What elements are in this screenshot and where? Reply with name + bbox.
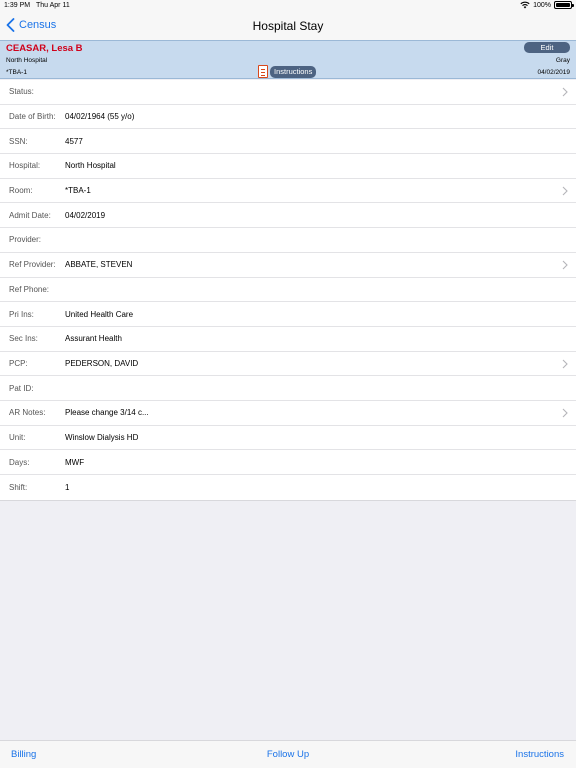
- status-date: Thu Apr 11: [36, 2, 70, 9]
- detail-row: Admit Date: 04/02/2019: [0, 203, 576, 229]
- row-value: 04/02/1964 (55 y/o): [65, 112, 135, 122]
- chevron-right-icon: [562, 260, 568, 270]
- instructions-button[interactable]: Instructions: [270, 65, 317, 78]
- document-icon: [258, 65, 268, 78]
- row-value: ABBATE, STEVEN: [65, 260, 133, 270]
- chevron-right-icon: [562, 408, 568, 418]
- row-label: SSN:: [9, 136, 28, 146]
- page-title: Hospital Stay: [252, 19, 324, 33]
- row-label: PCP:: [9, 358, 28, 368]
- instructions-tab-button[interactable]: Instructions: [515, 749, 564, 760]
- row-label: Days:: [9, 457, 30, 467]
- patient-admit-date: 04/02/2019: [537, 69, 570, 76]
- row-label: Unit:: [9, 432, 26, 442]
- row-label: Shift:: [9, 482, 28, 492]
- patient-hospital: North Hospital: [6, 57, 48, 64]
- patient-room: *TBA-1: [6, 69, 27, 76]
- row-label: AR Notes:: [9, 408, 46, 418]
- patient-provider: Gray: [555, 57, 570, 64]
- row-label: Provider:: [9, 235, 42, 245]
- row-value: 4577: [65, 136, 83, 146]
- status-right: 100%: [520, 1, 574, 9]
- battery-icon: [554, 1, 574, 9]
- detail-row: Ref Phone:: [0, 278, 576, 303]
- patient-name: CEASAR, Lesa B: [6, 43, 83, 54]
- row-label: Date of Birth:: [9, 112, 56, 122]
- instructions-badge[interactable]: Instructions: [258, 65, 317, 78]
- status-bar: 1:39 PM Thu Apr 11 100%: [0, 0, 576, 12]
- patient-banner: CEASAR, Lesa B North Hospital *TBA-1 Edi…: [0, 40, 576, 79]
- row-label: Pat ID:: [9, 383, 34, 393]
- row-value: United Health Care: [65, 309, 134, 319]
- bottom-toolbar: Billing Follow Up Instructions: [0, 740, 576, 768]
- detail-row: Provider:: [0, 228, 576, 253]
- detail-row: Hospital: North Hospital: [0, 154, 576, 179]
- row-value: Please change 3/14 c...: [65, 408, 149, 418]
- battery-percent: 100%: [533, 1, 551, 9]
- detail-row[interactable]: Status:: [0, 80, 576, 105]
- navigation-bar: Census Hospital Stay: [0, 12, 576, 40]
- wifi-icon: [520, 1, 530, 9]
- row-value: 04/02/2019: [65, 210, 106, 220]
- row-label: Pri Ins:: [9, 309, 34, 319]
- row-value: PEDERSON, DAVID: [65, 358, 139, 368]
- detail-row: Sec Ins: Assurant Health: [0, 327, 576, 352]
- row-value: *TBA-1: [65, 186, 91, 196]
- status-time: 1:39 PM: [4, 2, 31, 9]
- row-label: Admit Date:: [9, 210, 51, 220]
- row-value: Winslow Dialysis HD: [65, 432, 139, 442]
- detail-row: Days: MWF: [0, 450, 576, 475]
- detail-row: Pat ID:: [0, 376, 576, 401]
- edit-button[interactable]: Edit: [524, 42, 570, 53]
- row-label: Ref Provider:: [9, 260, 56, 270]
- chevron-right-icon: [562, 186, 568, 196]
- follow-up-button[interactable]: Follow Up: [0, 749, 576, 760]
- detail-row[interactable]: Room: *TBA-1: [0, 179, 576, 204]
- detail-row[interactable]: Ref Provider: ABBATE, STEVEN: [0, 253, 576, 278]
- detail-list: Status: Date of Birth: 04/02/1964 (55 y/o)…: [0, 80, 576, 501]
- chevron-right-icon: [562, 87, 568, 97]
- row-label: Ref Phone:: [9, 284, 50, 294]
- detail-row: Unit: Winslow Dialysis HD: [0, 426, 576, 451]
- detail-row: Pri Ins: United Health Care: [0, 302, 576, 327]
- detail-row[interactable]: PCP: PEDERSON, DAVID: [0, 352, 576, 377]
- detail-row: SSN: 4577: [0, 129, 576, 155]
- row-value: North Hospital: [65, 161, 116, 171]
- detail-row[interactable]: AR Notes: Please change 3/14 c...: [0, 401, 576, 426]
- row-value: Assurant Health: [65, 334, 122, 344]
- row-label: Sec Ins:: [9, 334, 38, 344]
- detail-row: Date of Birth: 04/02/1964 (55 y/o): [0, 105, 576, 130]
- row-value: 1: [65, 482, 70, 492]
- row-label: Room:: [9, 186, 33, 196]
- row-label: Status:: [9, 87, 34, 97]
- detail-row: Shift: 1: [0, 475, 576, 500]
- row-value: MWF: [65, 457, 85, 467]
- chevron-right-icon: [562, 359, 568, 368]
- row-label: Hospital:: [9, 161, 41, 171]
